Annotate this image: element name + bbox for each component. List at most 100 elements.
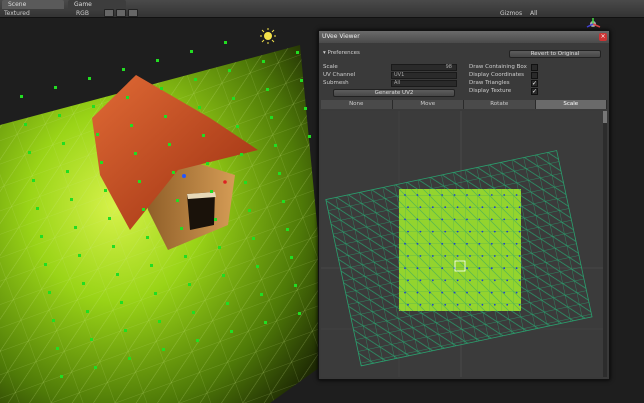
terrain-vertex: [86, 310, 89, 313]
draw-containing-box-checkbox[interactable]: [531, 64, 538, 71]
terrain-vertex: [214, 218, 217, 221]
uv-vertex: [407, 230, 409, 233]
terrain-vertex: [218, 246, 221, 249]
display-coordinates-label: Display Coordinates: [469, 72, 525, 78]
terrain-vertex: [122, 68, 125, 71]
uv-vertex: [518, 279, 521, 282]
tool-rotate-button[interactable]: Rotate: [464, 100, 536, 109]
tool-move-button[interactable]: Move: [392, 100, 464, 109]
uv-vertex: [518, 255, 521, 257]
uv-vertex: [478, 291, 481, 294]
terrain-vertex: [270, 116, 273, 119]
scale-slider[interactable]: 98: [391, 64, 457, 71]
terrain-vertex: [156, 59, 159, 62]
terrain-vertex: [150, 264, 153, 267]
uv-vertex: [453, 194, 456, 196]
terrain-vertex: [48, 291, 51, 294]
scroll-thumb[interactable]: [603, 111, 607, 123]
toggle-2d-button[interactable]: [104, 9, 114, 17]
uv-scrollbar[interactable]: [603, 111, 607, 377]
uv-vertex: [441, 291, 444, 294]
uv-vertex: [441, 267, 444, 270]
uv-vertex: [490, 242, 493, 245]
uv-canvas[interactable]: [321, 111, 603, 377]
uv-vertex: [515, 291, 518, 294]
uv-vertex: [431, 279, 434, 282]
window-title[interactable]: UVee Viewer: [319, 31, 609, 43]
terrain-vertex: [78, 254, 81, 257]
uv-vertex: [407, 303, 409, 306]
terrain-vertex: [130, 124, 133, 127]
uv-channel-dropdown[interactable]: UV1: [391, 72, 457, 79]
terrain-vertex: [304, 107, 307, 110]
uv-vertex: [416, 242, 419, 245]
terrain-vertex: [92, 105, 95, 108]
shading-dropdown[interactable]: Textured: [4, 9, 30, 18]
tab-scene[interactable]: Scene: [2, 0, 64, 9]
terrain-vertex: [56, 347, 59, 350]
draw-triangles-checkbox[interactable]: ✓: [531, 80, 538, 87]
uv-vertex: [469, 303, 471, 306]
uv-vertex: [466, 267, 468, 270]
uv-vertex: [444, 230, 447, 233]
uv-layout-drawing: [321, 111, 603, 377]
uv-vertex: [503, 291, 506, 294]
uv-vertex: [469, 279, 471, 282]
uv-vertex: [428, 242, 431, 245]
terrain-vertex: [54, 86, 57, 89]
terrain-vertex: [262, 60, 265, 63]
toggle-audio-button[interactable]: [128, 9, 138, 17]
display-texture-label: Display Texture: [469, 88, 512, 94]
tool-none-button[interactable]: None: [321, 100, 393, 109]
uv-vertex: [428, 218, 431, 221]
uv-vertex: [478, 218, 481, 221]
uv-vertex: [431, 255, 434, 257]
uv-vertex: [481, 255, 484, 257]
tab-game[interactable]: Game: [68, 0, 126, 9]
generate-uv2-button[interactable]: Generate UV2: [333, 89, 455, 97]
scene-viewport[interactable]: UVee Viewer × ▾ Preferences Revert to Or…: [0, 18, 644, 403]
uv-vertex: [469, 230, 471, 233]
gizmos-dropdown[interactable]: Gizmos: [500, 9, 522, 18]
terrain-vertex: [158, 320, 161, 323]
close-icon[interactable]: ×: [599, 33, 607, 41]
terrain-vertex: [124, 329, 127, 332]
uv-vertex: [428, 267, 431, 270]
terrain-vertex: [160, 87, 163, 90]
uv-vertex: [416, 291, 419, 294]
terrain-vertex: [266, 88, 269, 91]
tool-scale-button[interactable]: Scale: [535, 100, 607, 109]
uv-vertex: [428, 291, 431, 294]
uv-vertex: [416, 267, 419, 270]
terrain-vertex: [194, 78, 197, 81]
terrain-vertex: [90, 338, 93, 341]
orientation-gizmo-icon: [586, 18, 601, 28]
preferences-foldout[interactable]: ▾ Preferences: [323, 50, 360, 57]
terrain-vertex: [44, 263, 47, 266]
terrain-vertex: [162, 348, 165, 351]
terrain-vertex: [236, 125, 239, 128]
uv-vertex: [493, 279, 496, 282]
search-field[interactable]: All: [530, 9, 537, 18]
terrain-vertex: [120, 301, 123, 304]
uv-vertex: [515, 267, 518, 270]
toggle-lighting-button[interactable]: [116, 9, 126, 17]
uv-vertex: [493, 230, 496, 233]
uv-vertex: [515, 218, 518, 221]
uv-vertex: [478, 267, 481, 270]
render-mode-dropdown[interactable]: RGB: [76, 9, 89, 18]
uv-vertex: [404, 218, 406, 221]
submesh-dropdown[interactable]: All: [391, 80, 457, 87]
display-coordinates-checkbox[interactable]: [531, 72, 538, 79]
terrain-vertex: [138, 180, 141, 183]
terrain-vertex: [146, 236, 149, 239]
terrain-vertex: [142, 208, 145, 211]
uv-vertex: [416, 194, 419, 196]
revert-to-original-button[interactable]: Revert to Original: [509, 50, 601, 58]
uv-vertex: [431, 206, 434, 209]
uv-vertex: [444, 255, 447, 257]
uv-vertex: [441, 194, 444, 196]
uv-vertex: [466, 291, 468, 294]
terrain-vertex: [190, 50, 193, 53]
display-texture-checkbox[interactable]: ✓: [531, 88, 538, 95]
